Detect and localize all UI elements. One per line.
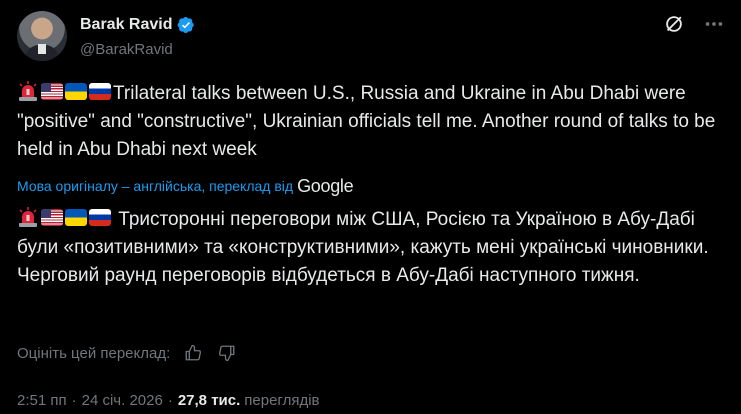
more-options-icon[interactable] — [703, 13, 725, 35]
us-flag-icon — [41, 208, 63, 226]
rate-translation-label: Оцініть цей переклад: — [17, 344, 171, 362]
views-count: 27,8 тис. — [177, 391, 241, 409]
tweet-original-text: Trilateral talks between U.S., Russia an… — [17, 80, 729, 164]
author-name[interactable]: Barak Ravid — [80, 16, 173, 34]
rate-translation: Оцініть цей переклад: — [17, 343, 236, 363]
tweet-date[interactable]: 24 січ. 2026 — [82, 392, 163, 409]
original-text: Trilateral talks between U.S., Russia an… — [17, 83, 716, 160]
tweet-header: Barak Ravid @BarakRavid — [17, 11, 725, 61]
translation-note-text[interactable]: Мова оригіналу – англійська, переклад ві… — [17, 178, 293, 194]
grok-icon[interactable] — [663, 13, 685, 35]
translated-text: Тристоронні переговори між США, Росією т… — [17, 209, 709, 286]
emoji-group — [17, 80, 111, 102]
us-flag-icon — [41, 82, 63, 100]
views-label: переглядів — [244, 391, 320, 409]
siren-emoji-icon — [19, 81, 37, 101]
siren-emoji-icon — [19, 207, 37, 227]
tweet-meta: 2:51 пп · 24 січ. 2026 · 27,8 тис. перег… — [17, 391, 320, 409]
thumbs-down-icon[interactable] — [218, 344, 236, 362]
ukraine-flag-icon — [65, 208, 87, 226]
russia-flag-icon — [89, 208, 111, 226]
tweet-time[interactable]: 2:51 пп — [17, 392, 67, 409]
translation-note: Мова оригіналу – англійська, переклад ві… — [17, 175, 354, 196]
russia-flag-icon — [89, 82, 111, 100]
tweet-translated-text: Тристоронні переговори між США, Росією т… — [17, 206, 729, 290]
google-logo: Google — [297, 175, 354, 196]
thumbs-up-icon[interactable] — [184, 344, 202, 362]
verified-badge-icon — [177, 16, 194, 34]
emoji-group-translated — [17, 206, 111, 228]
author-block: Barak Ravid @BarakRavid — [80, 15, 195, 58]
avatar[interactable] — [17, 11, 67, 61]
author-handle[interactable]: @BarakRavid — [80, 41, 195, 58]
ukraine-flag-icon — [65, 82, 87, 100]
